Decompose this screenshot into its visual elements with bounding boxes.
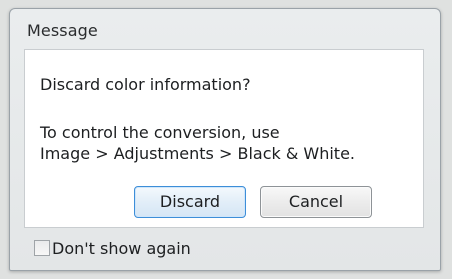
message-detail-line-1: To control the conversion, use: [40, 123, 280, 142]
dont-show-again-option[interactable]: Don't show again: [34, 237, 191, 259]
message-detail-line-2: Image > Adjustments > Black & White.: [40, 144, 356, 163]
message-dialog: Message Discard color information? To co…: [9, 8, 441, 271]
discard-button[interactable]: Discard: [134, 186, 246, 218]
cancel-button[interactable]: Cancel: [260, 186, 372, 218]
dont-show-again-label[interactable]: Don't show again: [52, 239, 191, 258]
message-question: Discard color information?: [40, 75, 251, 94]
dialog-titlebar[interactable]: Message: [10, 9, 440, 49]
dont-show-again-checkbox[interactable]: [34, 240, 50, 256]
message-content-panel: Discard color information? To control th…: [24, 49, 424, 228]
dialog-title: Message: [27, 21, 98, 40]
